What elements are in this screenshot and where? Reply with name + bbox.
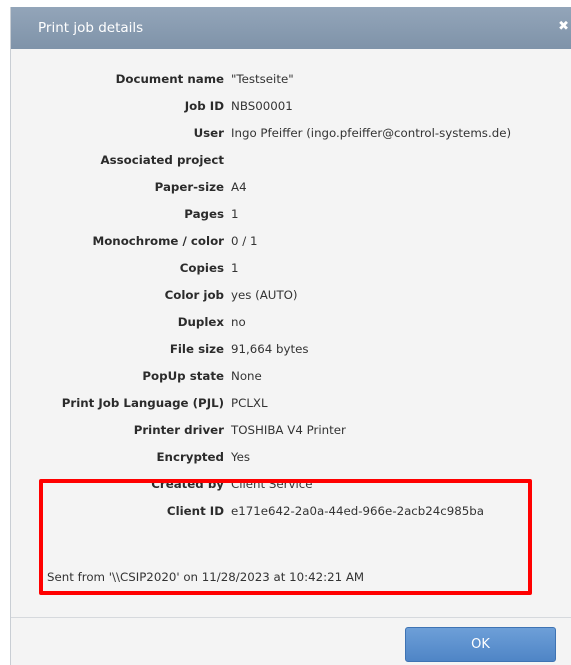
detail-value: A4 [231, 179, 247, 194]
dialog-titlebar: Print job details ✖ [11, 7, 571, 49]
detail-row-monochrome-color: Monochrome / color 0 / 1 [11, 227, 571, 254]
sent-from-text: Sent from '\\CSIP2020' on 11/28/2023 at … [47, 570, 365, 584]
detail-label: Pages [184, 206, 224, 221]
detail-value: "Testseite" [231, 71, 294, 86]
detail-row-color-job: Color job yes (AUTO) [11, 281, 571, 308]
detail-row-paper-size: Paper-size A4 [11, 173, 571, 200]
detail-label: Printer driver [133, 422, 224, 437]
detail-value: yes (AUTO) [231, 287, 298, 302]
detail-row-pages: Pages 1 [11, 200, 571, 227]
detail-value: None [231, 368, 262, 383]
detail-row-copies: Copies 1 [11, 254, 571, 281]
detail-label: Associated project [100, 152, 224, 167]
detail-value: 91,664 bytes [231, 341, 309, 356]
details-list: Document name "Testseite" Job ID NBS0000… [11, 65, 571, 524]
detail-value: Ingo Pfeiffer (ingo.pfeiffer@control-sys… [231, 125, 512, 140]
detail-label: Client ID [166, 503, 224, 518]
detail-label: PopUp state [142, 368, 224, 383]
detail-row-pjl: Print Job Language (PJL) PCLXL [11, 389, 571, 416]
detail-row-document-name: Document name "Testseite" [11, 65, 571, 92]
detail-value: Yes [231, 449, 251, 464]
dialog-title: Print job details [38, 20, 144, 36]
detail-value: Client Service [231, 476, 313, 491]
detail-label: Job ID [184, 98, 224, 113]
detail-value: PCLXL [231, 395, 268, 410]
detail-label: Document name [115, 71, 224, 86]
detail-value: e171e642-2a0a-44ed-966e-2acb24c985ba [231, 503, 485, 518]
detail-label: Color job [164, 287, 224, 302]
detail-row-printer-driver: Printer driver TOSHIBA V4 Printer [11, 416, 571, 443]
detail-row-file-size: File size 91,664 bytes [11, 335, 571, 362]
detail-value: 1 [231, 206, 239, 221]
detail-value: NBS00001 [231, 98, 293, 113]
detail-row-user: User Ingo Pfeiffer (ingo.pfeiffer@contro… [11, 119, 571, 146]
detail-row-created-by: Created by Client Service [11, 470, 571, 497]
detail-label: Copies [179, 260, 224, 275]
detail-label: Paper-size [154, 179, 224, 194]
detail-label: File size [169, 341, 224, 356]
detail-label: User [193, 125, 224, 140]
detail-label: Monochrome / color [92, 233, 224, 248]
detail-value: TOSHIBA V4 Printer [231, 422, 346, 437]
detail-value: no [231, 314, 246, 329]
detail-row-job-id: Job ID NBS00001 [11, 92, 571, 119]
detail-label: Duplex [177, 314, 224, 329]
detail-label: Created by [151, 476, 224, 491]
detail-row-encrypted: Encrypted Yes [11, 443, 571, 470]
footer-divider [11, 617, 571, 618]
close-icon[interactable]: ✖ [558, 19, 569, 34]
print-job-details-dialog: Print job details ✖ Document name "Tests… [10, 7, 571, 665]
detail-row-popup-state: PopUp state None [11, 362, 571, 389]
detail-row-associated-project: Associated project [11, 146, 571, 173]
detail-label: Encrypted [156, 449, 225, 464]
detail-value: 0 / 1 [231, 233, 258, 248]
detail-row-client-id: Client ID e171e642-2a0a-44ed-966e-2acb24… [11, 497, 571, 524]
detail-value: 1 [231, 260, 239, 275]
detail-row-duplex: Duplex no [11, 308, 571, 335]
ok-button[interactable]: OK [405, 627, 556, 662]
detail-label: Print Job Language (PJL) [61, 395, 224, 410]
